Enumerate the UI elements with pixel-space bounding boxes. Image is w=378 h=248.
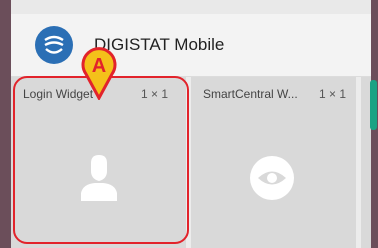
highlight-box [13,76,189,244]
annotation-label: A [92,55,106,77]
annotation-marker-a: A [80,44,118,102]
widget-size: 1 × 1 [319,87,347,101]
app-header[interactable]: DIGISTAT Mobile [11,14,371,77]
hands-care-icon [35,26,73,64]
eye-icon [249,155,295,201]
torn-edge [11,0,371,14]
screen: DIGISTAT Mobile Login Widget 1 × 1 Smart… [0,0,378,248]
widget-name: SmartCentral W... [203,87,298,101]
widget-tile-smartcentral[interactable]: SmartCentral W... 1 × 1 [191,77,356,248]
scrollbar-thumb[interactable] [370,80,377,130]
left-edge [0,0,11,248]
